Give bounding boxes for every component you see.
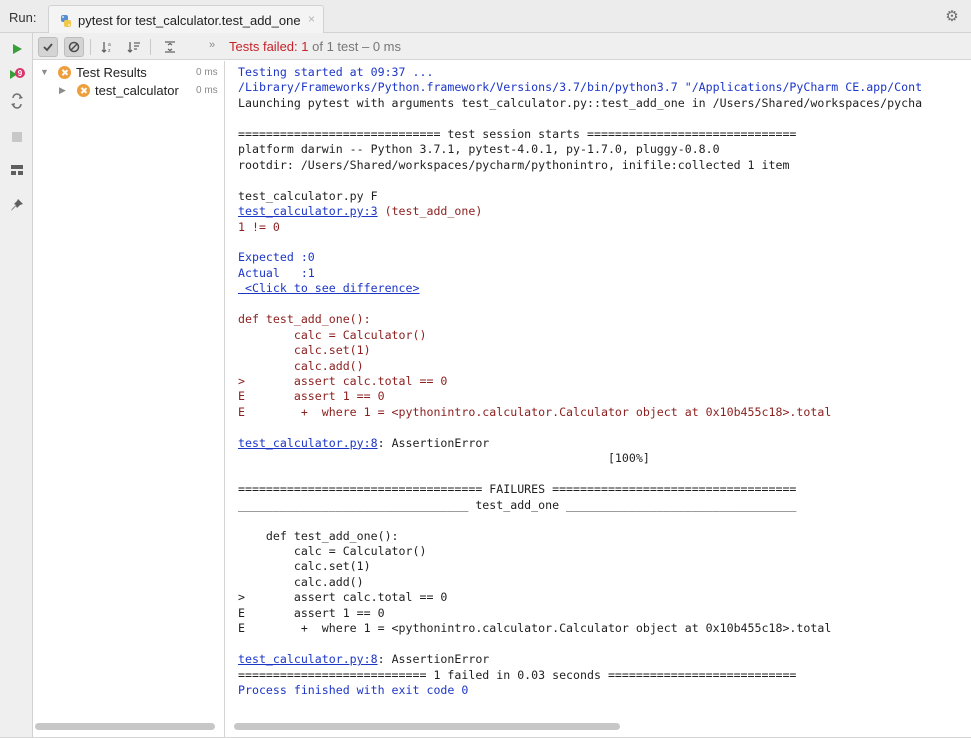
stop-icon[interactable] — [8, 128, 26, 146]
console-line: calc.set(1) — [238, 559, 371, 574]
run-label: Run: — [9, 10, 37, 25]
console-line: =========================== 1 failed in … — [238, 667, 797, 682]
console-line: rootdir: /Users/Shared/workspaces/pychar… — [238, 157, 790, 172]
show-passed-icon[interactable] — [38, 37, 58, 57]
console-line: > assert calc.total == 0 — [238, 374, 448, 388]
console-line: _________________________________ test_a… — [238, 497, 797, 512]
console-line: calc = Calculator() — [238, 327, 427, 342]
console-output[interactable]: Testing started at 09:37 .../Library/Fra… — [226, 61, 950, 718]
more-actions-chevron[interactable]: » — [209, 39, 215, 51]
console-line: Actual :1 — [238, 265, 315, 280]
failed-test-icon — [77, 84, 90, 97]
console-line: calc.set(1) — [238, 343, 371, 358]
tree-item-label: test_calculator — [95, 83, 179, 98]
rerun-failed-icon[interactable]: 9 — [8, 66, 26, 84]
console-line: 1 != 0 — [238, 219, 280, 234]
test-status-summary: of 1 test – 0 ms — [308, 39, 401, 54]
tree-item-time: 0 ms — [196, 85, 218, 96]
toolbar-separator — [150, 39, 151, 55]
test-runner-toolbar: a z » Tests failed: 1 of 1 test – 0 ms — [33, 33, 971, 60]
pin-icon[interactable] — [8, 196, 26, 214]
toggle-auto-test-icon[interactable] — [8, 92, 26, 110]
console-line: =================================== FAIL… — [238, 482, 797, 497]
console-link-suffix: : AssertionError — [377, 435, 490, 450]
console-line: calc.add() — [238, 574, 364, 589]
console-line: /Library/Frameworks/Python.framework/Ver… — [238, 80, 923, 95]
sort-duration-icon[interactable] — [124, 37, 144, 57]
tree-row-test-results[interactable]: ▼ Test Results 0 ms — [33, 64, 225, 81]
tree-item-label: Test Results — [76, 65, 147, 80]
console-line: <Click to see difference> — [238, 280, 420, 296]
console-line: def test_add_one(): — [238, 312, 371, 327]
console-line: E assert 1 == 0 — [238, 389, 385, 404]
show-ignored-icon[interactable] — [64, 37, 84, 57]
test-status-failed: Tests failed: 1 — [229, 39, 309, 54]
console-line: platform darwin -- Python 3.7.1, pytest-… — [238, 142, 720, 157]
console-link[interactable]: test_calculator.py:3 — [238, 204, 378, 218]
tab-close-button[interactable]: × — [308, 12, 315, 26]
console-line: E + where 1 = <pythonintro.calculator.Ca… — [238, 404, 832, 419]
collapse-arrow-icon[interactable]: ▼ — [40, 67, 49, 77]
gear-icon[interactable]: ⚙ — [944, 9, 960, 25]
run-icon[interactable] — [8, 40, 26, 58]
console-line: calc.add() — [238, 358, 364, 373]
console-link[interactable]: test_calculator.py:8 — [238, 436, 378, 450]
tree-row-test-calculator[interactable]: ▶ test_calculator 0 ms — [33, 82, 225, 99]
tab-title: pytest for test_calculator.test_add_one — [78, 13, 301, 28]
failed-test-icon — [58, 66, 71, 79]
console-link-suffix: : AssertionError — [377, 652, 490, 667]
sort-alpha-icon[interactable]: a z — [98, 37, 118, 57]
console-line: E assert 1 == 0 — [238, 605, 385, 620]
console-link[interactable]: test_calculator.py:8 — [238, 652, 378, 666]
console-line: test_calculator.py:8: AssertionError — [238, 651, 489, 667]
console-line: ============================= test sessi… — [238, 126, 797, 141]
console-line: E + where 1 = <pythonintro.calculator.Ca… — [238, 621, 832, 636]
test-results-tree: ▼ Test Results 0 ms ▶ test_calculator 0 … — [33, 61, 225, 738]
console-line: Testing started at 09:37 ... — [238, 65, 434, 79]
expand-arrow-icon[interactable]: ▶ — [59, 85, 66, 96]
layout-icon[interactable] — [8, 161, 26, 179]
console-line: calc = Calculator() — [238, 543, 427, 558]
console-line: Expected :0 — [238, 250, 315, 265]
console-line: test_calculator.py:8: AssertionError — [238, 435, 489, 451]
console-link-suffix: (test_add_one) — [377, 204, 483, 219]
toolbar-separator — [90, 39, 91, 55]
console-line: Process finished with exit code 0 — [238, 683, 469, 697]
console-link[interactable]: <Click to see difference> — [238, 281, 420, 295]
expand-all-icon[interactable] — [160, 37, 180, 57]
console-horizontal-scrollbar[interactable] — [234, 723, 620, 730]
run-tool-window-header: Run: pytest for test_calculator.test_add… — [0, 0, 971, 33]
console-line: test_calculator.py F — [238, 188, 378, 203]
tree-horizontal-scrollbar[interactable] — [35, 723, 215, 730]
console-line: def test_add_one(): — [238, 528, 399, 543]
svg-text:9: 9 — [18, 69, 23, 78]
tree-item-time: 0 ms — [196, 67, 218, 78]
console-line: [100%] — [238, 451, 650, 466]
console-line: test_calculator.py:3 (test_add_one) — [238, 203, 482, 219]
console-line: Launching pytest with arguments test_cal… — [238, 95, 923, 110]
left-toolbar: 9 — [0, 33, 33, 738]
console-line: > assert calc.total == 0 — [238, 590, 448, 605]
pytest-icon — [61, 15, 71, 27]
run-configuration-tab[interactable]: pytest for test_calculator.test_add_one … — [48, 5, 324, 33]
svg-text:z: z — [108, 48, 111, 54]
test-status: Tests failed: 1 of 1 test – 0 ms — [229, 39, 401, 54]
